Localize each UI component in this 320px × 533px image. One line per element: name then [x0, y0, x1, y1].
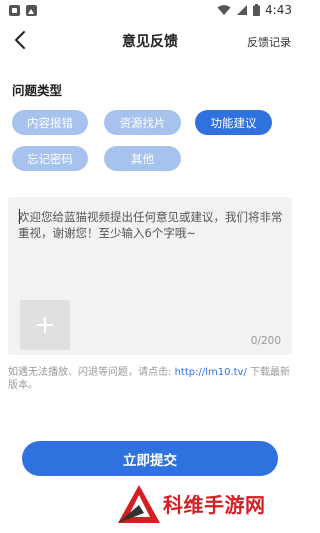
gallery-icon: [26, 5, 37, 16]
notification-icon: [9, 5, 20, 16]
feedback-box: 欢迎您给蓝猫视频提出任何意见或建议，我们将非常重视，谢谢您！至少输入6个字哦~ …: [8, 197, 292, 355]
signal-icon: [237, 5, 248, 15]
chip-content-error[interactable]: 内容报错: [12, 110, 88, 135]
chip-find-resource[interactable]: 资源找片: [104, 110, 181, 135]
status-bar: 4:43: [0, 0, 300, 22]
char-counter: 0/200: [250, 335, 281, 347]
submit-button[interactable]: 立即提交: [22, 441, 278, 476]
chip-other[interactable]: 其他: [104, 146, 181, 171]
app-bar: 意见反馈 反馈记录: [0, 26, 300, 56]
help-note-prefix: 如遇无法播放、闪退等问题，请点击:: [8, 367, 175, 378]
issue-type-label: 问题类型: [12, 83, 63, 98]
add-image-button[interactable]: [20, 300, 70, 350]
battery-icon: [253, 4, 261, 16]
watermark: 科维手游网: [116, 483, 300, 527]
text-cursor: [19, 209, 20, 224]
wifi-icon: [217, 5, 231, 15]
chip-forgot-password[interactable]: 忘记密码: [12, 146, 88, 171]
status-time: 4:43: [265, 3, 292, 17]
watermark-logo-icon: [118, 485, 160, 523]
feedback-input[interactable]: 欢迎您给蓝猫视频提出任何意见或建议，我们将非常重视，谢谢您！至少输入6个字哦~: [18, 209, 284, 241]
help-note: 如遇无法播放、闪退等问题，请点击: http://lm10.tv/ 下载最新版本…: [8, 366, 294, 392]
chip-feature-suggestion[interactable]: 功能建议: [195, 110, 272, 135]
feedback-history-link[interactable]: 反馈记录: [247, 34, 291, 50]
watermark-text: 科维手游网: [163, 493, 266, 517]
download-link[interactable]: http://lm10.tv/: [175, 367, 247, 378]
